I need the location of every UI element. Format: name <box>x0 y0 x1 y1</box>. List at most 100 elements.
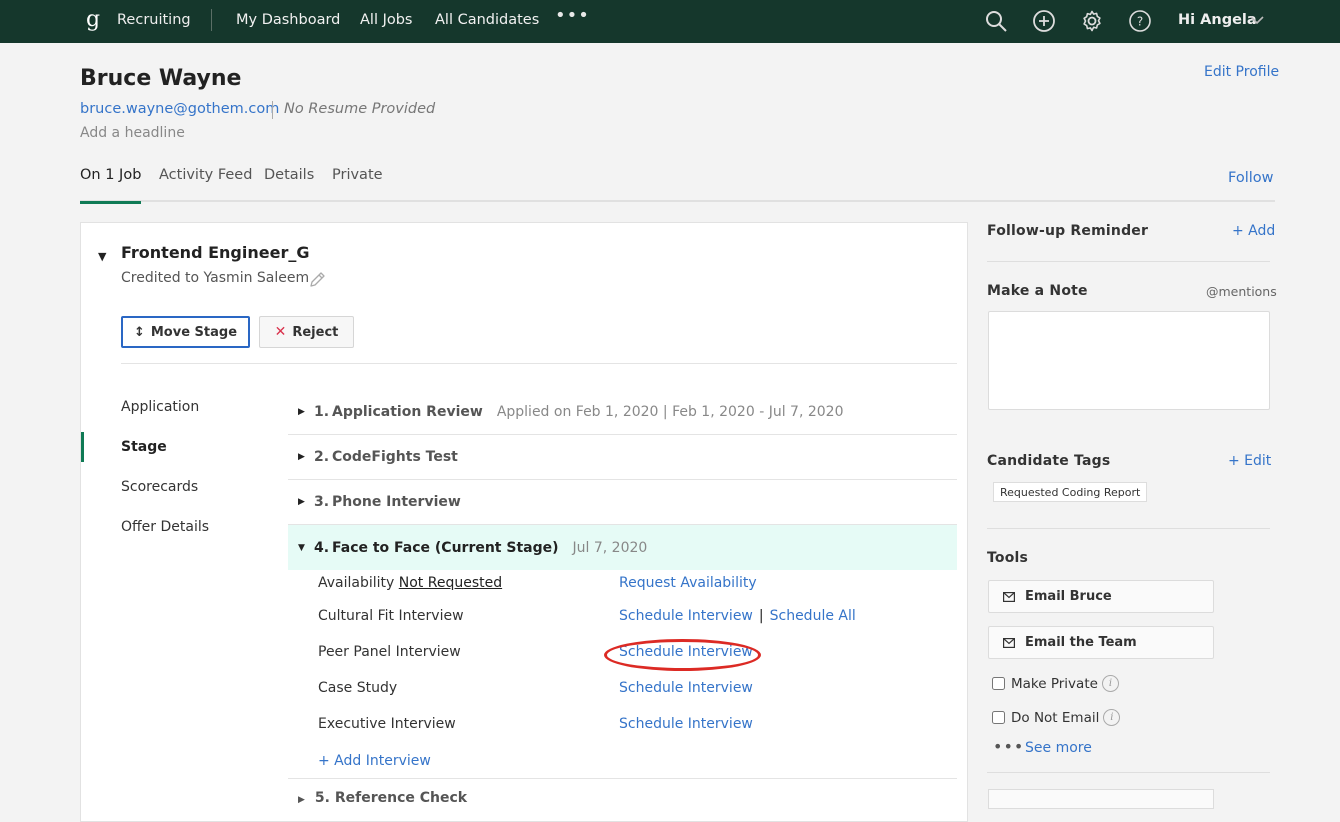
ellipsis-icon: ••• <box>993 737 1025 756</box>
tab-on-1-job[interactable]: On 1 Job <box>80 167 142 204</box>
interview-name: Cultural Fit Interview <box>318 608 464 624</box>
sidebar-button-partial[interactable] <box>988 789 1214 809</box>
tab-details[interactable]: Details <box>264 167 314 202</box>
collapse-icon: ▼ <box>298 542 305 553</box>
reject-label: Reject <box>292 324 339 340</box>
job-card: ▼ Frontend Engineer_G Credited to Yasmin… <box>80 222 968 822</box>
edit-profile-link[interactable]: Edit Profile <box>1204 64 1279 80</box>
search-icon[interactable] <box>984 9 1008 33</box>
schedule-all-link[interactable]: Schedule All <box>770 608 856 624</box>
interview-row: Cultural Fit Interview Schedule Intervie… <box>318 608 958 632</box>
do-not-email-checkbox[interactable] <box>992 711 1005 724</box>
collapse-job-icon[interactable]: ▼ <box>98 250 106 263</box>
stage-meta: Applied on Feb 1, 2020 | Feb 1, 2020 - J… <box>496 404 844 420</box>
subnav-scorecards[interactable]: Scorecards <box>121 479 198 495</box>
schedule-interview-link[interactable]: Schedule Interview <box>619 716 753 732</box>
note-textarea[interactable] <box>988 311 1270 410</box>
stage-row-reference-check[interactable]: ▶ 5. Reference Check <box>288 790 467 806</box>
subnav-application[interactable]: Application <box>121 399 199 415</box>
do-not-email-label: Do Not Email <box>1011 709 1100 726</box>
envelope-icon <box>1003 591 1015 602</box>
make-private-checkbox[interactable] <box>992 677 1005 690</box>
edit-tags-link[interactable]: + Edit <box>1228 453 1271 469</box>
email-bruce-button[interactable]: Email Bruce <box>988 580 1214 613</box>
add-interview-link[interactable]: + Add Interview <box>318 753 431 769</box>
pencil-icon[interactable] <box>307 270 327 290</box>
help-icon[interactable]: ? <box>1128 9 1152 33</box>
tab-private[interactable]: Private <box>332 167 383 202</box>
email-team-button[interactable]: Email the Team <box>988 626 1214 659</box>
envelope-icon <box>1003 637 1015 648</box>
stage-title: Face to Face (Current Stage) <box>332 539 559 556</box>
candidate-tabs: On 1 Job Activity Feed Details Private <box>80 160 1275 204</box>
follow-link[interactable]: Follow <box>1228 170 1273 186</box>
subnav-stage[interactable]: Stage <box>121 439 167 455</box>
availability-row: Availability Not Requested Request Avail… <box>318 575 958 599</box>
gear-icon[interactable] <box>1080 9 1104 33</box>
expand-icon: ▶ <box>298 795 305 805</box>
expand-icon: ▶ <box>298 407 305 417</box>
stage-title: Phone Interview <box>332 494 461 510</box>
close-icon: ✕ <box>274 324 287 340</box>
info-icon[interactable]: i <box>1103 709 1121 726</box>
availability-status[interactable]: Not Requested <box>399 575 502 591</box>
stage-number: 1. <box>314 404 330 420</box>
user-menu[interactable]: Hi Angela <box>1178 12 1257 28</box>
subnav-offer-details[interactable]: Offer Details <box>121 519 209 535</box>
sidebar-divider <box>987 528 1270 529</box>
interview-row: Executive Interview Schedule Interview <box>318 716 958 740</box>
expand-icon: ▶ <box>298 452 305 462</box>
schedule-interview-link[interactable]: Schedule Interview <box>619 644 753 660</box>
card-divider <box>121 363 957 364</box>
email-bruce-label: Email Bruce <box>1025 589 1112 604</box>
candidate-tags-title: Candidate Tags <box>987 453 1111 469</box>
reject-button[interactable]: ✕ Reject <box>259 316 354 348</box>
see-more-link[interactable]: See more <box>1025 740 1092 756</box>
nav-all-jobs[interactable]: All Jobs <box>360 12 413 28</box>
more-menu-icon[interactable]: ••• <box>555 5 590 26</box>
add-reminder-link[interactable]: + Add <box>1232 223 1275 239</box>
stage-title: Application Review <box>332 404 483 420</box>
request-availability-link[interactable]: Request Availability <box>619 575 757 591</box>
move-stage-button[interactable]: ↕ Move Stage <box>121 316 250 348</box>
job-title: Frontend Engineer_G <box>121 243 310 262</box>
stage-title: CodeFights Test <box>332 449 458 465</box>
nav-all-candidates[interactable]: All Candidates <box>435 12 539 28</box>
stage-row-application-review[interactable]: ▶ 1. Application Review Applied on Feb 1… <box>288 390 957 435</box>
stage-title: 5. Reference Check <box>314 790 468 806</box>
interview-row: Peer Panel Interview Schedule Interview <box>318 644 958 668</box>
stage-number: 4. <box>314 539 330 556</box>
interview-name: Executive Interview <box>318 716 456 732</box>
stage-meta: Jul 7, 2020 <box>572 539 648 556</box>
chevron-down-icon[interactable] <box>1250 16 1264 25</box>
make-private-row: Make Private i <box>992 675 1119 692</box>
schedule-interview-link[interactable]: Schedule Interview <box>619 680 753 696</box>
add-headline[interactable]: Add a headline <box>80 125 185 141</box>
stage-divider <box>288 778 957 779</box>
tools-title: Tools <box>987 550 1029 566</box>
svg-text:?: ? <box>1137 15 1143 29</box>
make-note-title: Make a Note <box>987 283 1088 299</box>
tab-activity-feed[interactable]: Activity Feed <box>159 167 252 202</box>
stage-row-face-to-face[interactable]: ▼ 4. Face to Face (Current Stage) Jul 7,… <box>288 525 957 570</box>
stage-row-codefights-test[interactable]: ▶ 2. CodeFights Test <box>288 435 957 480</box>
interview-row: Case Study Schedule Interview <box>318 680 958 704</box>
nav-my-dashboard[interactable]: My Dashboard <box>236 12 340 28</box>
candidate-email-link[interactable]: bruce.wayne@gothem.com <box>80 101 279 117</box>
interview-name: Peer Panel Interview <box>318 644 461 660</box>
info-icon[interactable]: i <box>1101 675 1119 692</box>
header-separator <box>272 101 273 119</box>
make-private-label: Make Private <box>1011 675 1098 692</box>
link-separator: | <box>758 608 764 624</box>
stage-row-phone-interview[interactable]: ▶ 3. Phone Interview <box>288 480 957 525</box>
sidebar-divider <box>987 261 1270 262</box>
move-stage-label: Move Stage <box>150 324 238 340</box>
resume-status: No Resume Provided <box>284 101 436 117</box>
schedule-interview-link[interactable]: Schedule Interview <box>619 608 753 624</box>
add-circle-icon[interactable] <box>1032 9 1056 33</box>
greenhouse-logo-icon[interactable]: g <box>86 7 100 32</box>
top-nav: g Recruiting My Dashboard All Jobs All C… <box>0 0 1340 43</box>
candidate-name: Bruce Wayne <box>80 66 242 91</box>
app-name[interactable]: Recruiting <box>117 12 191 28</box>
active-indicator <box>81 432 84 462</box>
